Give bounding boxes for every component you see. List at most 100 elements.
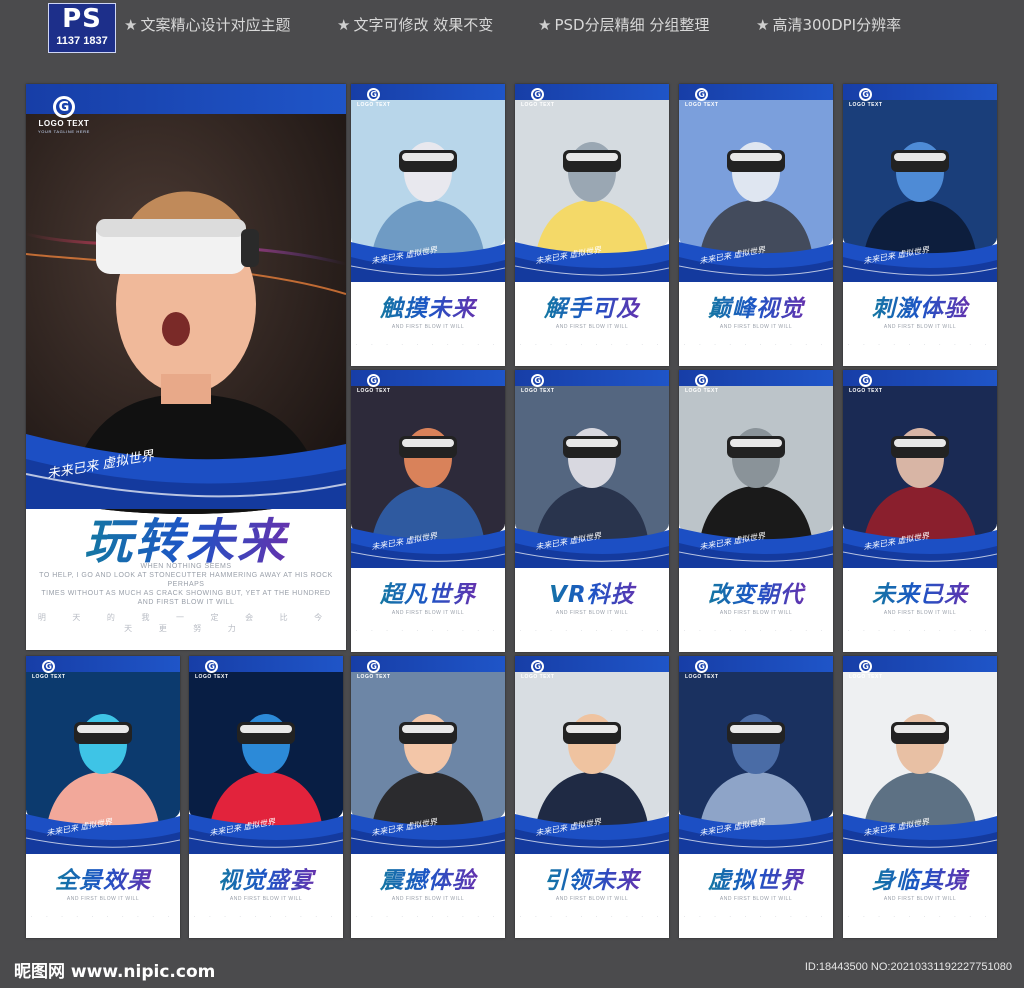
logo: G LOGO TEXT (521, 660, 555, 680)
poster-card: G LOGO TEXT 未来已来 虚拟世界 VR科技 AND FIRST BLOW IT… (515, 370, 669, 652)
poster-subtitle: AND FIRST BLOW IT WILL (391, 324, 465, 330)
logo: G LOGO TEXT (685, 660, 719, 680)
poster-card: G LOGO TEXT 未来已来 虚拟世界 震撼体验 AND FIRST BLOW IT… (351, 656, 505, 938)
logo: G LOGO TEXT (685, 374, 719, 394)
poster-dots: · · · · · · · · · · (683, 914, 829, 920)
poster-title: 震撼体验 (351, 861, 505, 895)
feature-4: ★ 高清300DPI分辨率 (756, 16, 902, 34)
site-watermark: 昵图网 www.nipic.com (14, 962, 216, 982)
poster-dots: · · · · · · · · · · (683, 342, 829, 348)
poster-subtitle: AND FIRST BLOW IT WILL (719, 610, 793, 616)
top-banner: PS 1137 1837 ★ 文案精心设计对应主题 ★ 文字可修改 效果不变 ★ PS… (0, 0, 1024, 54)
poster-title: VR科技 (515, 575, 669, 609)
logo: G LOGO TEXT (32, 660, 66, 680)
poster-title: 全景效果 (26, 861, 180, 895)
main-dots: 明 天 的 我 一 定 会 比 今 天 更 努 力 (37, 613, 335, 633)
feature-2: ★ 文字可修改 效果不变 (337, 16, 494, 34)
poster-title: 身临其境 (843, 861, 997, 895)
ps-number: 1137 1837 (56, 35, 108, 47)
feature-1: ★ 文案精心设计对应主题 (124, 16, 291, 34)
poster-card: G LOGO TEXT 未来已来 虚拟世界 引领未来 AND FIRST BLOW IT… (515, 656, 669, 938)
poster-dots: · · · · · · · · · · (355, 628, 501, 634)
poster-subtitle: AND FIRST BLOW IT WILL (719, 896, 793, 902)
poster-title: 触摸未来 (351, 289, 505, 323)
logo-icon: G (531, 88, 545, 101)
logo-icon: G (859, 88, 873, 101)
logo: G LOGO TEXT (357, 660, 391, 680)
poster-dots: · · · · · · · · · · (519, 628, 665, 634)
logo-icon: G (367, 88, 381, 101)
logo: G LOGO TEXT (685, 88, 719, 108)
logo-icon: G (42, 660, 56, 673)
main-subtitle: WHEN NOTHING SEEMS TO HELP, I GO AND LOO… (39, 563, 333, 606)
logo: G LOGO TEXT (521, 374, 555, 394)
logo: G LOGO TEXT (357, 88, 391, 108)
poster-subtitle: AND FIRST BLOW IT WILL (391, 896, 465, 902)
poster-dots: · · · · · · · · · · (519, 342, 665, 348)
poster-subtitle: AND FIRST BLOW IT WILL (719, 324, 793, 330)
logo-icon: G (205, 660, 219, 673)
poster-subtitle: AND FIRST BLOW IT WILL (391, 610, 465, 616)
logo: G LOGO TEXT (357, 374, 391, 394)
logo-icon: G (695, 88, 709, 101)
poster-dots: · · · · · · · · · · (193, 914, 339, 920)
poster-title: 视觉盛宴 (189, 861, 343, 895)
poster-dots: · · · · · · · · · · (30, 914, 176, 920)
star-icon: ★ (538, 16, 552, 34)
logo-icon: G (531, 374, 545, 387)
logo: G LOGO TEXT (849, 660, 883, 680)
poster-title: 未来已来 (843, 575, 997, 609)
ps-logo: PS (62, 4, 102, 34)
poster-subtitle: AND FIRST BLOW IT WILL (66, 896, 140, 902)
poster-card: G LOGO TEXT 未来已来 虚拟世界 视觉盛宴 AND FIRST BLOW IT… (189, 656, 343, 938)
poster-title: 解手可及 (515, 289, 669, 323)
poster-title: 改变朝代 (679, 575, 833, 609)
logo-icon: G (695, 660, 709, 673)
poster-title: 虚拟世界 (679, 861, 833, 895)
logo-icon: G (531, 660, 545, 673)
logo-icon: G (367, 660, 381, 673)
poster-subtitle: AND FIRST BLOW IT WILL (883, 324, 957, 330)
poster-subtitle: AND FIRST BLOW IT WILL (883, 610, 957, 616)
poster-card: G LOGO TEXT 未来已来 虚拟世界 触摸未来 AND FIRST BLOW IT… (351, 84, 505, 366)
poster-dots: · · · · · · · · · · (355, 914, 501, 920)
logo: G LOGO TEXT (849, 88, 883, 108)
poster-card: G LOGO TEXT 未来已来 虚拟世界 超凡世界 AND FIRST BLOW IT… (351, 370, 505, 652)
star-icon: ★ (756, 16, 770, 34)
logo: G LOGO TEXT (849, 374, 883, 394)
poster-dots: · · · · · · · · · · (519, 914, 665, 920)
poster-card: G LOGO TEXT 未来已来 虚拟世界 改变朝代 AND FIRST BLOW IT… (679, 370, 833, 652)
poster-subtitle: AND FIRST BLOW IT WILL (883, 896, 957, 902)
logo-icon: G (695, 374, 709, 387)
logo: G LOGO TEXT (195, 660, 229, 680)
poster-dots: · · · · · · · · · · (847, 914, 993, 920)
logo: G LOGO TEXT YOUR TAGLINE HERE (38, 96, 90, 134)
logo-icon: G (367, 374, 381, 387)
poster-dots: · · · · · · · · · · (847, 628, 993, 634)
poster-card: G LOGO TEXT 未来已来 虚拟世界 刺激体验 AND FIRST BLOW IT… (843, 84, 997, 366)
logo-icon: G (859, 374, 873, 387)
poster-dots: · · · · · · · · · · (355, 342, 501, 348)
feature-3: ★ PSD分层精细 分组整理 (538, 16, 710, 34)
main-poster: G LOGO TEXT YOUR TAGLINE HERE 未来已来 虚拟世界 … (26, 84, 346, 650)
poster-title: 刺激体验 (843, 289, 997, 323)
image-id: ID:18443500 NO:20210331192227751080 (804, 961, 1012, 973)
poster-subtitle: AND FIRST BLOW IT WILL (555, 610, 629, 616)
ps-badge: PS 1137 1837 (48, 3, 116, 53)
star-icon: ★ (124, 16, 138, 34)
poster-subtitle: AND FIRST BLOW IT WILL (555, 324, 629, 330)
star-icon: ★ (337, 16, 351, 34)
poster-card: G LOGO TEXT 未来已来 虚拟世界 虚拟世界 AND FIRST BLOW IT… (679, 656, 833, 938)
poster-subtitle: AND FIRST BLOW IT WILL (555, 896, 629, 902)
poster-dots: · · · · · · · · · · (683, 628, 829, 634)
poster-card: G LOGO TEXT 未来已来 虚拟世界 解手可及 AND FIRST BLOW IT… (515, 84, 669, 366)
poster-card: G LOGO TEXT 未来已来 虚拟世界 巅峰视觉 AND FIRST BLOW IT… (679, 84, 833, 366)
logo-icon: G (859, 660, 873, 673)
poster-dots: · · · · · · · · · · (847, 342, 993, 348)
logo: G LOGO TEXT (521, 88, 555, 108)
poster-subtitle: AND FIRST BLOW IT WILL (229, 896, 303, 902)
poster-title: 超凡世界 (351, 575, 505, 609)
logo-icon: G (52, 96, 75, 118)
poster-card: G LOGO TEXT 未来已来 虚拟世界 身临其境 AND FIRST BLOW IT… (843, 656, 997, 938)
poster-title: 巅峰视觉 (679, 289, 833, 323)
